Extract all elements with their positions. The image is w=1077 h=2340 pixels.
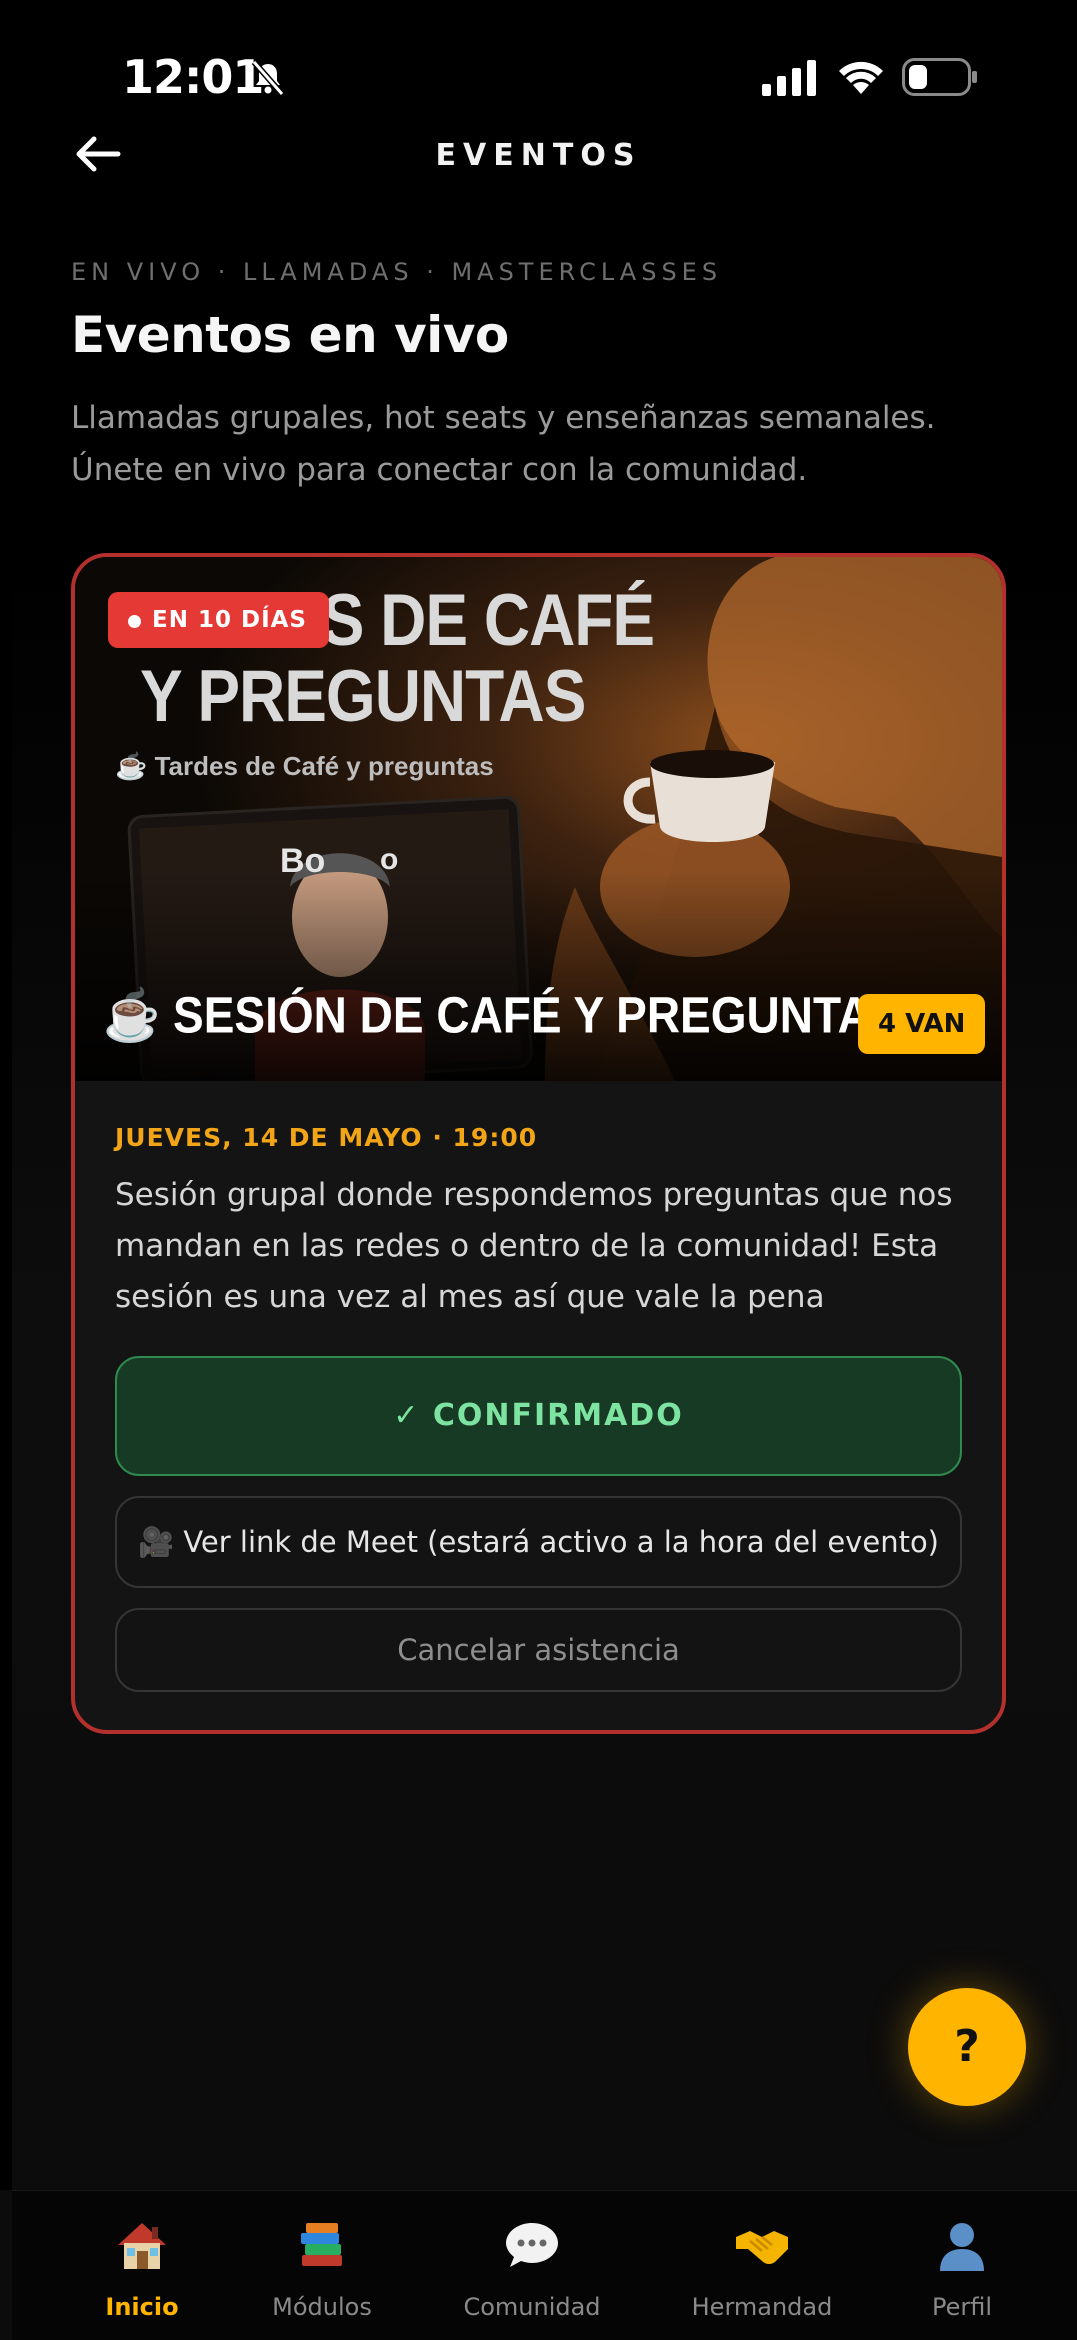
attendees-badge: 4 VAN xyxy=(858,994,986,1054)
tab-hermandad[interactable]: Hermandad xyxy=(662,2191,862,2340)
tab-modulos[interactable]: Módulos xyxy=(232,2191,412,2340)
section-eyebrow: EN VIVO · LLAMADAS · MASTERCLASSES xyxy=(71,258,723,286)
hero-subtitle: ☕ Tardes de Café y preguntas xyxy=(115,751,494,781)
tab-perfil[interactable]: Perfil xyxy=(872,2191,1052,2340)
screen: 12:01 EVENTOS EN VIVO · LLAMADAS · MASTE… xyxy=(0,0,1077,2340)
confirmed-button[interactable]: ✓ CONFIRMADO xyxy=(115,1356,962,1476)
books-icon xyxy=(301,2223,342,2266)
page-subtitle: Llamadas grupales, hot seats y enseñanza… xyxy=(71,400,936,488)
handshake-icon xyxy=(736,2231,788,2264)
help-button[interactable]: ? xyxy=(908,1988,1026,2106)
speech-bubble-icon xyxy=(506,2223,558,2267)
user-silhouette-icon xyxy=(940,2223,984,2271)
cancel-attendance-button[interactable]: Cancelar asistencia xyxy=(115,1608,962,1692)
hero-title-line2: Y PREGUNTAS xyxy=(140,654,586,737)
event-hero-image: Bo o TARDES DE CAFÉ Y PREGUNTAS ☕ Tardes… xyxy=(75,557,1002,1081)
battery-icon xyxy=(902,58,977,96)
event-description: Sesión grupal donde respondemos pregunta… xyxy=(115,1177,953,1315)
tab-label: Inicio xyxy=(105,2293,179,2321)
cellular-signal-icon xyxy=(762,60,816,96)
event-date: JUEVES, 14 DE MAYO · 19:00 xyxy=(115,1123,538,1152)
wifi-icon xyxy=(839,61,883,94)
tab-comunidad[interactable]: Comunidad xyxy=(432,2191,632,2340)
tab-label: Comunidad xyxy=(463,2293,601,2321)
countdown-badge: EN 10 DÍAS xyxy=(108,592,329,648)
event-session-title: ☕ SESIÓN DE CAFÉ Y PREGUNTAS xyxy=(103,986,902,1044)
tab-label: Hermandad xyxy=(691,2293,833,2321)
page-title: Eventos en vivo xyxy=(71,306,509,364)
bottom-tab-bar: Inicio Módulos Comunidad Hermandad Perfi… xyxy=(12,2190,1077,2340)
tab-label: Perfil xyxy=(931,2293,993,2321)
event-card[interactable]: Bo o TARDES DE CAFÉ Y PREGUNTAS ☕ Tardes… xyxy=(71,553,1006,1734)
header-title: EVENTOS xyxy=(435,138,642,173)
house-icon xyxy=(118,2223,166,2269)
tab-inicio[interactable]: Inicio xyxy=(52,2191,232,2340)
status-time: 12:01 xyxy=(122,50,264,104)
bell-muted-icon xyxy=(251,60,285,96)
status-bar: 12:01 xyxy=(0,0,1077,140)
tab-label: Módulos xyxy=(272,2293,372,2321)
meet-link-button[interactable]: 🎥 Ver link de Meet (estará activo a la h… xyxy=(115,1496,962,1588)
